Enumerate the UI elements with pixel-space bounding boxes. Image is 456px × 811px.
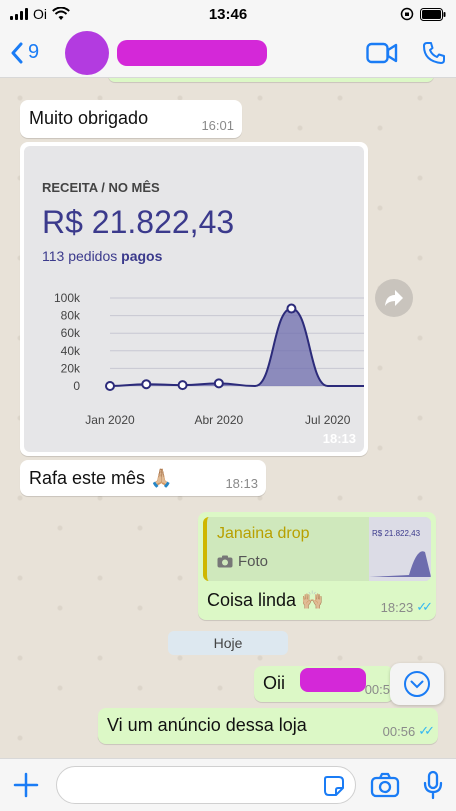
message-text: Muito obrigado — [29, 108, 149, 128]
status-time: 13:46 — [208, 5, 248, 23]
video-call-icon[interactable] — [366, 42, 398, 64]
quoted-thumbnail: R$ 21.822,43 — [369, 517, 431, 581]
orders-status: pagos — [121, 248, 163, 264]
image-time: 18:13 — [322, 431, 356, 446]
scroll-to-bottom-button[interactable] — [390, 663, 444, 705]
battery-icon — [420, 7, 446, 21]
avatar[interactable] — [65, 30, 110, 75]
x-tick-label: Jan 2020 — [85, 413, 135, 427]
message-input-box[interactable] — [56, 766, 356, 804]
data-point — [286, 303, 297, 314]
y-tick-label: 40k — [61, 344, 81, 358]
data-point — [177, 380, 188, 391]
contact-name[interactable] — [117, 39, 268, 66]
chat-header: 9 — [0, 28, 456, 78]
message-time: 16:01 — [201, 118, 234, 133]
status-bar: Oi 13:46 — [0, 0, 456, 28]
plus-icon[interactable] — [12, 771, 40, 799]
redacted-overlay — [300, 668, 366, 692]
quoted-message[interactable]: Janaina drop Foto R$ 21.822,43 — [203, 517, 431, 581]
carrier-label: Oi — [33, 6, 47, 22]
date-divider: Hoje — [168, 631, 288, 655]
y-tick-label: 100k — [54, 291, 81, 305]
message-time: 00:5 — [364, 682, 390, 697]
message-time: 18:13 — [225, 476, 258, 491]
message-text: Vi um anúncio dessa loja — [107, 715, 307, 735]
back-button[interactable]: 9 — [10, 41, 39, 64]
read-ticks-icon: ✓✓ — [416, 599, 433, 614]
unread-count: 9 — [28, 41, 40, 63]
y-tick-label: 20k — [61, 361, 81, 375]
message-bubble[interactable] — [108, 78, 434, 82]
data-point — [141, 379, 152, 390]
message-time: 00:56 ✓✓ — [382, 723, 435, 739]
message-text: Oii — [263, 673, 285, 693]
phone-call-icon[interactable] — [422, 41, 446, 65]
message-bubble[interactable]: Rafa este mês 🙏🏼 18:13 — [20, 460, 266, 496]
camera-icon — [217, 555, 233, 568]
revenue-chart: 100k 80k 60k 40k 20k 0 Jan 2020 Abr 2020 Jul 202… — [54, 291, 364, 427]
photo[interactable]: RECEITA / NO MÊS R$ 21.822,43 113 pedido… — [24, 146, 364, 452]
y-tick-label: 0 — [73, 379, 80, 393]
revenue-value: R$ 21.822,43 — [42, 204, 235, 240]
message-text: Coisa linda 🙌🏼 — [207, 590, 324, 610]
forward-icon — [385, 290, 403, 306]
forward-button[interactable] — [375, 279, 413, 317]
chevron-down-icon — [404, 671, 430, 697]
quoted-type: Foto — [238, 553, 269, 570]
message-time: 18:23 ✓✓ — [380, 599, 433, 615]
data-point — [105, 381, 115, 391]
camera-icon[interactable] — [370, 772, 400, 798]
read-ticks-icon: ✓✓ — [418, 723, 435, 738]
message-bubble[interactable]: Vi um anúncio dessa loja 00:56 ✓✓ — [98, 708, 438, 744]
sticker-icon[interactable] — [323, 775, 345, 797]
chevron-left-icon — [11, 42, 23, 63]
message-bubble[interactable]: Muito obrigado 16:01 — [20, 100, 242, 138]
x-tick-label: Jul 2020 — [305, 413, 351, 427]
signal-icon — [10, 8, 28, 20]
data-point — [213, 378, 224, 389]
chat-area[interactable]: Muito obrigado 16:01 RECEITA / NO MÊS R$… — [0, 78, 456, 758]
series-area — [110, 308, 364, 386]
y-tick-label: 80k — [61, 309, 81, 323]
y-tick-label: 60k — [61, 326, 81, 340]
card-title: RECEITA / NO MÊS — [42, 180, 160, 195]
series-line — [109, 307, 364, 388]
message-text: Rafa este mês 🙏🏼 — [29, 468, 173, 488]
x-tick-label: Abr 2020 — [195, 413, 244, 427]
quoted-author: Janaina drop — [217, 525, 310, 542]
image-message[interactable]: RECEITA / NO MÊS R$ 21.822,43 113 pedido… — [20, 142, 368, 456]
orientation-lock-icon — [400, 7, 414, 21]
message-input[interactable] — [57, 767, 355, 803]
reply-message[interactable]: Janaina drop Foto R$ 21.822,43 Coisa lin… — [198, 512, 436, 620]
wifi-icon — [52, 7, 70, 20]
orders-count: 113 pedidos — [42, 248, 118, 264]
message-composer — [0, 758, 456, 811]
microphone-icon[interactable] — [422, 770, 444, 800]
